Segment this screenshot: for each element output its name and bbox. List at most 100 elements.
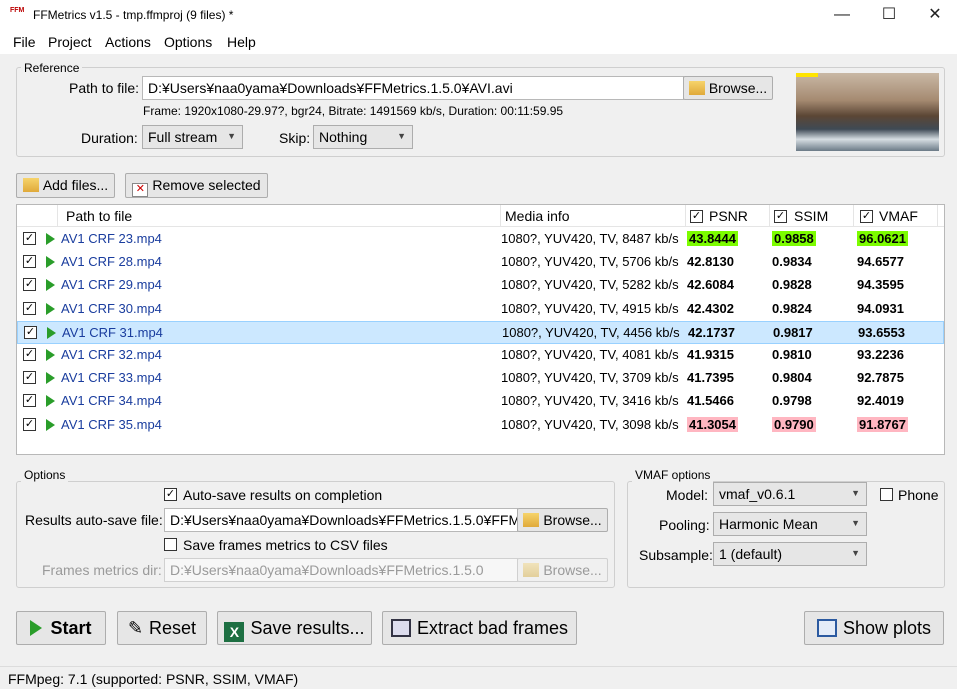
menu-actions[interactable]: Actions [105, 34, 151, 50]
header-vmaf[interactable]: VMAF [879, 208, 918, 224]
maximize-icon[interactable]: ☐ [866, 0, 912, 30]
chevron-down-icon: ▼ [227, 131, 236, 141]
remove-selected-button[interactable]: ✕ Remove selected [125, 173, 268, 198]
play-icon[interactable] [46, 302, 55, 315]
row-checkbox[interactable]: ✓ [23, 232, 36, 245]
row-psnr: 41.3054 [687, 416, 738, 432]
table-row[interactable]: ✓ AV1 CRF 31.mp4 1080?, YUV420, TV, 4456 k… [17, 320, 944, 344]
header-media[interactable]: Media info [505, 208, 570, 224]
menu-options[interactable]: Options [164, 34, 212, 50]
row-media-info: 1080?, YUV420, TV, 4915 kb/s [501, 300, 679, 316]
frames-dir-input[interactable]: D:¥Users¥naa0yama¥Downloads¥FFMetrics.1.… [164, 558, 518, 582]
options-group-title: Options [21, 468, 69, 482]
row-psnr: 41.5466 [687, 393, 734, 409]
close-icon[interactable]: ✕ [912, 0, 957, 30]
row-checkbox[interactable]: ✓ [24, 325, 37, 339]
save-results-button[interactable]: X Save results... [217, 611, 372, 645]
model-select[interactable]: vmaf_v0.6.1 ▼ [713, 482, 867, 506]
phone-checkbox[interactable] [880, 488, 893, 501]
row-media-info: 1080?, YUV420, TV, 5282 kb/s [501, 277, 679, 293]
autosave-checkbox[interactable]: ✓ [164, 488, 177, 501]
row-file-name: AV1 CRF 32.mp4 [61, 347, 162, 362]
header-path[interactable]: Path to file [66, 208, 132, 224]
row-checkbox[interactable]: ✓ [23, 394, 36, 408]
table-row[interactable]: ✓ AV1 CRF 28.mp4 1080?, YUV420, TV, 5706 k… [17, 251, 944, 274]
header-ssim[interactable]: SSIM [794, 208, 828, 224]
table-row[interactable]: ✓ AV1 CRF 33.mp4 1080?, YUV420, TV, 3709 k… [17, 367, 944, 390]
header-separator [769, 205, 770, 227]
skip-label: Skip: [279, 130, 311, 146]
table-row[interactable]: ✓ AV1 CRF 29.mp4 1080?, YUV420, TV, 5282 k… [17, 274, 944, 297]
pooling-select[interactable]: Harmonic Mean ▼ [713, 512, 867, 536]
play-icon[interactable] [46, 418, 55, 431]
skip-select[interactable]: Nothing ▼ [313, 125, 413, 149]
play-icon[interactable] [46, 372, 55, 385]
header-psnr[interactable]: PSNR [709, 208, 748, 224]
row-checkbox[interactable]: ✓ [23, 371, 36, 385]
row-file-name: AV1 CRF 29.mp4 [61, 277, 162, 293]
row-psnr: 42.1737 [688, 324, 735, 340]
extract-bad-frames-button[interactable]: Extract bad frames [382, 611, 577, 645]
ssim-header-checkbox[interactable]: ✓ [774, 210, 787, 223]
row-media-info: 1080?, YUV420, TV, 3098 kb/s [501, 416, 679, 432]
table-row[interactable]: ✓ AV1 CRF 23.mp4 1080?, YUV420, TV, 8487 k… [17, 228, 944, 251]
table-row[interactable]: ✓ AV1 CRF 35.mp4 1080?, YUV420, TV, 3098 k… [17, 414, 944, 437]
table-row[interactable]: ✓ AV1 CRF 30.mp4 1080?, YUV420, TV, 4915 k… [17, 298, 944, 321]
thumbnail-marker [796, 73, 818, 77]
menu-file[interactable]: File [13, 34, 36, 50]
play-icon[interactable] [46, 256, 55, 269]
chevron-down-icon: ▼ [397, 131, 406, 141]
row-vmaf: 94.6577 [857, 254, 904, 270]
folder-icon [523, 563, 540, 577]
add-files-button[interactable]: Add files... [16, 173, 115, 198]
menu-help[interactable]: Help [227, 34, 256, 50]
row-psnr: 43.8444 [687, 231, 738, 246]
vmaf-header-checkbox[interactable]: ✓ [860, 210, 873, 223]
model-value: vmaf_v0.6.1 [719, 486, 796, 502]
play-icon[interactable] [46, 349, 55, 361]
play-icon[interactable] [47, 326, 56, 339]
row-file-name: AV1 CRF 31.mp4 [62, 324, 163, 340]
row-checkbox[interactable]: ✓ [23, 417, 36, 431]
row-checkbox[interactable]: ✓ [23, 348, 36, 361]
save-frames-checkbox[interactable] [164, 538, 177, 551]
skip-value: Nothing [319, 129, 368, 145]
table-row[interactable]: ✓ AV1 CRF 32.mp4 1080?, YUV420, TV, 4081 k… [17, 344, 944, 367]
autosave-label: Auto-save results on completion [183, 487, 383, 503]
psnr-header-checkbox[interactable]: ✓ [690, 210, 703, 223]
window-title: FFMetrics v1.5 - tmp.ffmproj (9 files) * [33, 8, 234, 22]
row-media-info: 1080?, YUV420, TV, 3416 kb/s [501, 393, 679, 409]
reference-browse-button[interactable]: Browse... [683, 76, 773, 100]
row-ssim: 0.9817 [773, 324, 813, 340]
subsample-select[interactable]: 1 (default) ▼ [713, 542, 867, 566]
play-icon[interactable] [46, 233, 55, 245]
row-media-info: 1080?, YUV420, TV, 3709 kb/s [501, 370, 679, 386]
table-row[interactable]: ✓ AV1 CRF 34.mp4 1080?, YUV420, TV, 3416 k… [17, 390, 944, 413]
start-button[interactable]: Start [16, 611, 106, 645]
vmaf-options-title: VMAF options [632, 468, 714, 482]
results-file-input[interactable]: D:¥Users¥naa0yama¥Downloads¥FFMetrics.1.… [164, 508, 518, 532]
row-ssim: 0.9810 [772, 347, 812, 362]
chart-icon [816, 619, 837, 637]
duration-select[interactable]: Full stream ▼ [142, 125, 243, 149]
reference-path-input[interactable]: D:¥Users¥naa0yama¥Downloads¥FFMetrics.1.… [142, 76, 684, 100]
row-file-name: AV1 CRF 34.mp4 [61, 393, 162, 409]
row-checkbox[interactable]: ✓ [23, 301, 36, 315]
play-icon[interactable] [46, 395, 55, 408]
row-checkbox[interactable]: ✓ [23, 278, 36, 292]
menu-project[interactable]: Project [48, 34, 92, 50]
row-file-name: AV1 CRF 35.mp4 [61, 416, 162, 432]
header-separator [500, 205, 501, 227]
play-icon[interactable] [46, 279, 55, 292]
frames-dir-browse-button[interactable]: Browse... [517, 558, 608, 582]
pooling-label: Pooling: [659, 517, 710, 533]
results-browse-button[interactable]: Browse... [517, 508, 608, 532]
show-plots-button[interactable]: Show plots [804, 611, 944, 645]
add-files-label: Add files... [42, 177, 109, 193]
file-list[interactable]: Path to file Media info ✓ PSNR ✓ SSIM ✓ … [16, 204, 945, 455]
start-label: Start [50, 618, 92, 638]
minimize-icon[interactable]: — [819, 0, 865, 30]
reset-button[interactable]: ✎ Reset [117, 611, 207, 645]
play-icon [30, 620, 43, 636]
row-checkbox[interactable]: ✓ [23, 255, 36, 269]
